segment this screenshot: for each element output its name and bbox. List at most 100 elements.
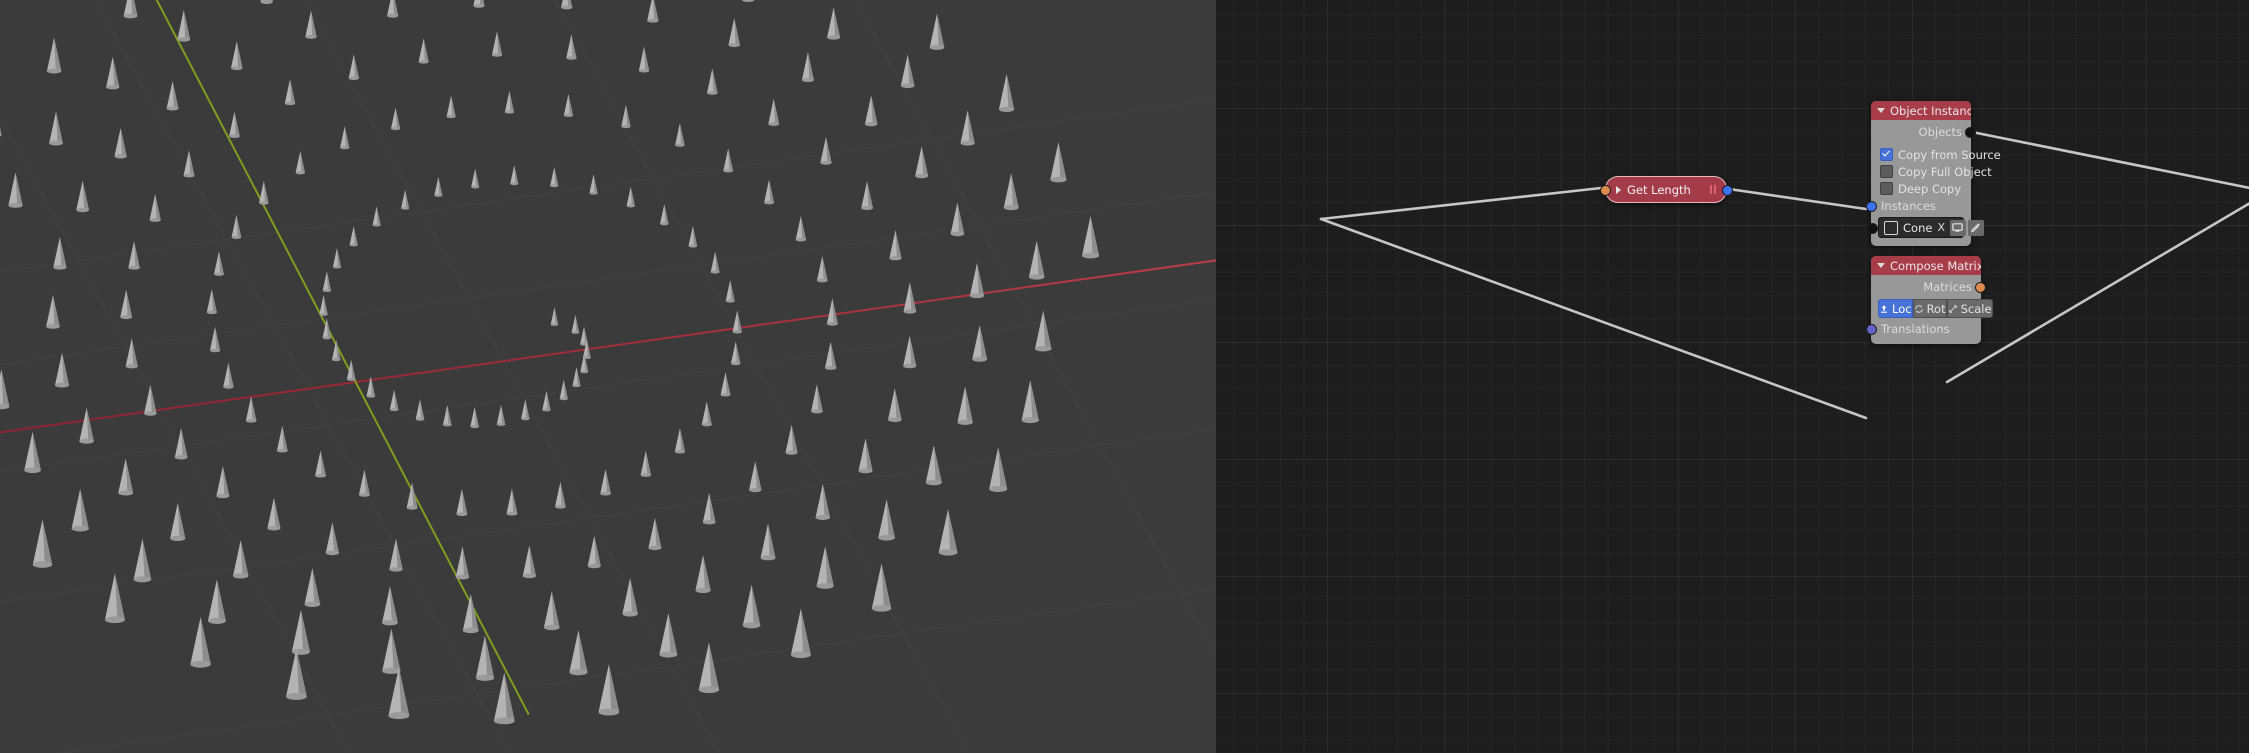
toggle-loc[interactable]: Loc bbox=[1878, 299, 1913, 318]
cone-instance bbox=[728, 18, 741, 48]
cone-instance bbox=[207, 579, 226, 624]
input-socket-translations[interactable]: Translations bbox=[1866, 320, 1981, 337]
socket-dot-vector[interactable] bbox=[1866, 324, 1877, 335]
node-get-length[interactable]: Get Length bbox=[1600, 176, 1733, 203]
cone-instance bbox=[889, 230, 902, 261]
socket-dot-output[interactable] bbox=[1722, 185, 1733, 196]
cone-instance bbox=[858, 438, 873, 474]
cone-instance bbox=[401, 189, 410, 210]
input-socket-instances[interactable]: Instances bbox=[1866, 197, 1971, 214]
cone-instance bbox=[742, 584, 761, 629]
cone-instance bbox=[471, 168, 480, 189]
cone-instance bbox=[550, 307, 559, 326]
cone-instance bbox=[123, 0, 138, 19]
cone-instance bbox=[950, 202, 965, 237]
cone-instance bbox=[0, 369, 10, 410]
cone-instance bbox=[319, 295, 328, 316]
cone-instance bbox=[878, 499, 895, 541]
cone-instance bbox=[790, 608, 811, 659]
3d-viewport[interactable] bbox=[0, 0, 1216, 753]
checkbox-copy-from-source[interactable]: Copy from Source bbox=[1871, 146, 2001, 163]
toggle-label: Rot bbox=[1926, 301, 1946, 316]
cone-instance bbox=[229, 111, 240, 139]
cone-instance bbox=[177, 10, 191, 42]
loc-rot-scale-toggle-group[interactable]: Loc Rot Scale bbox=[1878, 299, 1993, 318]
cone-instance bbox=[720, 372, 731, 397]
cone-instance bbox=[816, 546, 834, 589]
cone-instance bbox=[456, 488, 468, 516]
rotate-icon bbox=[1914, 304, 1923, 313]
cone-instance bbox=[555, 481, 566, 509]
checkbox-icon[interactable] bbox=[1880, 182, 1893, 195]
cone-instance bbox=[475, 635, 495, 681]
cone-instance bbox=[366, 376, 376, 398]
cone-instance bbox=[1081, 216, 1100, 259]
collapse-triangle-icon[interactable] bbox=[1877, 108, 1885, 113]
cone-instance bbox=[785, 424, 798, 455]
clear-object-button[interactable]: X bbox=[1932, 221, 1950, 234]
cone-instance bbox=[24, 431, 41, 474]
output-socket-objects[interactable]: Objects bbox=[1871, 123, 1976, 140]
cone-instance bbox=[387, 0, 399, 18]
cone-instance bbox=[504, 90, 514, 114]
cone-instance bbox=[390, 107, 401, 131]
cone-instance bbox=[710, 251, 720, 274]
cone-instance bbox=[749, 461, 762, 493]
node-object-instancer[interactable]: Object Instancer Objects Copy from Sourc… bbox=[1866, 101, 2001, 246]
socket-dot-geometry[interactable] bbox=[1867, 223, 1878, 234]
cone-instance bbox=[32, 519, 53, 568]
cone-instance bbox=[418, 38, 429, 64]
checkbox-deep-copy[interactable]: Deep Copy bbox=[1871, 180, 1971, 197]
cone-instance bbox=[493, 672, 515, 725]
cone-instance bbox=[455, 546, 470, 580]
node-header[interactable]: Compose Matrix bbox=[1871, 256, 1981, 275]
checkbox-icon[interactable] bbox=[1880, 165, 1893, 178]
socket-dot-matrix[interactable] bbox=[1600, 185, 1611, 196]
checkbox-copy-full-object[interactable]: Copy Full Object bbox=[1871, 163, 1992, 180]
cone-instance bbox=[550, 167, 559, 188]
cone-instance bbox=[382, 628, 401, 675]
cone-instance bbox=[542, 390, 551, 412]
cone-instance bbox=[640, 450, 652, 477]
cone-instance bbox=[260, 0, 273, 4]
cone-instance bbox=[340, 126, 350, 150]
cone-instance bbox=[648, 518, 662, 551]
toggle-scale[interactable]: Scale bbox=[1946, 299, 1993, 318]
cone-instance bbox=[267, 497, 281, 531]
toggle-rot[interactable]: Rot bbox=[1912, 299, 1947, 318]
monitor-icon[interactable] bbox=[1949, 219, 1966, 236]
cone-instance bbox=[190, 617, 211, 668]
cone-instance bbox=[701, 401, 712, 427]
toggle-label: Scale bbox=[1960, 301, 1992, 316]
cone-instance bbox=[989, 447, 1008, 492]
cone-instance bbox=[903, 335, 917, 369]
cone-instance bbox=[120, 289, 133, 320]
output-socket-matrices[interactable]: Matrices bbox=[1871, 278, 1986, 295]
socket-dot-int[interactable] bbox=[1866, 201, 1877, 212]
cone-instance bbox=[331, 340, 341, 362]
cone-instance bbox=[957, 386, 973, 425]
socket-dot-geometry[interactable] bbox=[1965, 127, 1976, 138]
cone-instance bbox=[53, 236, 67, 270]
node-header[interactable]: Object Instancer bbox=[1871, 101, 1971, 120]
cone-instance bbox=[128, 241, 140, 270]
socket-dot-matrix[interactable] bbox=[1975, 282, 1986, 293]
checkbox-icon[interactable] bbox=[1880, 148, 1893, 161]
cone-instance bbox=[621, 104, 631, 129]
cone-instance bbox=[118, 458, 134, 496]
cone-instance bbox=[322, 318, 332, 340]
cone-instance bbox=[434, 176, 443, 197]
expand-triangle-icon[interactable] bbox=[1616, 185, 1621, 194]
cone-instance bbox=[245, 396, 257, 423]
collapse-triangle-icon[interactable] bbox=[1877, 263, 1885, 268]
socket-label: Instances bbox=[1881, 198, 1936, 213]
object-selector-field[interactable]: Cone X bbox=[1867, 217, 1984, 238]
geometry-node-editor[interactable]: Distribute Matrices Matrices Vectors Spi… bbox=[1216, 0, 2249, 753]
cone-instance bbox=[125, 338, 138, 369]
eyedropper-icon[interactable] bbox=[1967, 219, 1984, 236]
cone-instance bbox=[888, 388, 902, 423]
cone-instance bbox=[231, 214, 242, 239]
cone-instance bbox=[815, 483, 831, 520]
node-compose-matrix[interactable]: Compose Matrix Matrices Loc Rot Scale Tr… bbox=[1866, 256, 1993, 344]
cone-instance bbox=[960, 110, 975, 146]
